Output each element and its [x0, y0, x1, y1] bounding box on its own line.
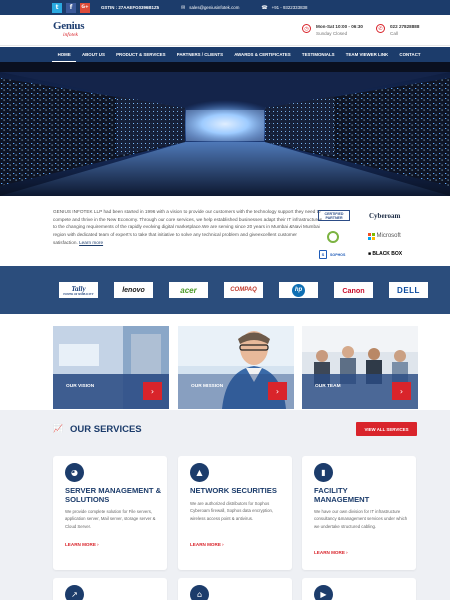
card-label: OUR TEAM [315, 384, 341, 389]
hours-title: Mon-Sat 10:00 - 06:30 [316, 24, 363, 29]
pie-chart-icon: ◕ [65, 463, 84, 482]
card-arrow-button[interactable]: › [268, 382, 287, 400]
certified-partner-logo: CERTIFIED PARTNER [318, 210, 350, 221]
brand-lenovo[interactable]: lenovo [114, 282, 153, 298]
sophos-shield-icon: S [319, 250, 327, 259]
learn-more-link[interactable]: Learn more [79, 240, 103, 245]
top-bar: t f G+ GSTIN : 27AAEFG0396B1Z5 ✉ sales@g… [0, 0, 450, 15]
hero-banner-image [0, 62, 450, 196]
company-logo[interactable]: Genius infotek [53, 21, 89, 43]
brand-acer[interactable]: acer [169, 282, 208, 298]
brand-tally[interactable]: Tally POWER OF SIMPLICITY [59, 282, 98, 298]
service-title: FACILITY MANAGEMENT [314, 486, 370, 504]
area-chart-icon: ▲ [190, 463, 209, 482]
nav-testimonials[interactable]: TESTIMONIALS [296, 47, 340, 62]
blackbox-text: BLACK BOX [372, 251, 403, 257]
tally-text: Tally [71, 284, 86, 293]
bank-icon: ⌂ [190, 585, 209, 600]
logo-main-text: Genius [53, 20, 85, 32]
blackbox-logo: ■ BLACK BOX [368, 251, 403, 257]
bar-chart-icon: ▮ [314, 463, 333, 482]
card-arrow-button[interactable]: › [143, 382, 162, 400]
cyberoam-logo: Cyberoam [369, 212, 401, 220]
facebook-icon[interactable]: f [66, 2, 76, 13]
service-title: NETWORK SECURITIES [190, 486, 277, 495]
nav-product-services[interactable]: PRODUCT & SERVICES [111, 47, 172, 62]
email-icon: ✉ [181, 4, 186, 11]
phone-icon: ☎ [261, 4, 268, 11]
service-desc: We are authorized distributors for Sopho… [190, 501, 274, 521]
hp-text: hp [292, 283, 305, 297]
service-card-server[interactable]: ◕ SERVER MANAGEMENT & SOLUTIONS We provi… [53, 456, 167, 570]
nav-home[interactable]: HOME [52, 47, 77, 62]
service-desc: We have our own division for IT infrastr… [314, 509, 408, 529]
nav-contact[interactable]: CONTACT [394, 47, 426, 62]
line-chart-icon: ↗ [65, 585, 84, 600]
microsoft-logo: Microsoft [368, 233, 401, 240]
learn-more-text: LEARN MORE [314, 550, 345, 555]
tally-tagline: POWER OF SIMPLICITY [63, 292, 94, 296]
service-learn-more-link[interactable]: LEARN MORE › [314, 550, 348, 555]
service-card-network[interactable]: ▲ NETWORK SECURITIES We are authorized d… [178, 456, 292, 570]
service-desc: We provide complete solution for File se… [65, 509, 156, 529]
card-arrow-button[interactable]: › [392, 382, 411, 400]
service-learn-more-link[interactable]: LEARN MORE › [65, 542, 99, 547]
learn-more-text: LEARN MORE [190, 542, 221, 547]
service-card-facility[interactable]: ▮ FACILITY MANAGEMENT We have our own di… [302, 456, 416, 570]
about-paragraph: GENIUS INFOTEK LLP had been started in 1… [53, 208, 323, 247]
brand-hp[interactable]: hp [279, 282, 318, 298]
certification-logos: CERTIFIED PARTNER Cyberoam Microsoft S S… [316, 208, 408, 262]
service-card-next-2[interactable]: ⌂ [178, 578, 292, 600]
chart-line-icon: 📈 [53, 424, 63, 433]
card-label: OUR VISION [66, 384, 95, 389]
service-learn-more-link[interactable]: LEARN MORE › [190, 542, 224, 547]
green-badge-logo [327, 231, 339, 243]
phone-icon: ✆ [376, 24, 385, 33]
clock-icon: ◷ [302, 24, 311, 33]
main-nav: HOME ABOUT US PRODUCT & SERVICES PARTNER… [0, 47, 450, 62]
learn-more-text: LEARN MORE [65, 542, 96, 547]
view-all-services-button[interactable]: VIEW ALL SERVICES [356, 422, 417, 436]
hours-sub: Sunday Closed [316, 31, 348, 36]
sophos-text: SOPHOS [330, 252, 346, 257]
twitter-icon[interactable]: t [52, 2, 62, 13]
nav-team-viewer-link[interactable]: TEAM VIEWER LINK [340, 47, 394, 62]
site-header: Genius infotek ◷ Mon-Sat 10:00 - 06:30 S… [0, 15, 450, 46]
card-our-team[interactable]: OUR TEAM › [302, 326, 418, 409]
brand-canon[interactable]: Canon [334, 282, 373, 298]
card-label: OUR MISSION [191, 384, 224, 389]
gstin-text: GSTIN : 27AAEFG0396B1Z5 [101, 5, 160, 10]
nav-partners-clients[interactable]: PARTNERS / CLIENTS [171, 47, 228, 62]
microsoft-grid-icon [368, 233, 375, 240]
partner-brands-band: Tally POWER OF SIMPLICITY lenovo acer CO… [0, 266, 450, 314]
logo-sub-text: infotek [63, 32, 78, 38]
service-card-next-3[interactable]: ▶ [302, 578, 416, 600]
call-sub: Call [390, 31, 398, 36]
sophos-logo: S SOPHOS [319, 250, 345, 259]
email-link[interactable]: sales@geniusinfotek.com [189, 5, 239, 10]
google-plus-icon[interactable]: G+ [80, 2, 90, 13]
services-title: OUR SERVICES [70, 424, 142, 435]
service-card-next-1[interactable]: ↗ [53, 578, 167, 600]
card-our-mission[interactable]: OUR MISSION › [178, 326, 294, 409]
nav-awards-certificates[interactable]: AWARDS & CERTIFICATES [229, 47, 297, 62]
phone-link[interactable]: +91 - 9322333838 [272, 5, 308, 10]
microsoft-text: Microsoft [376, 233, 401, 240]
call-number[interactable]: 022 27828888 [390, 24, 419, 29]
brand-compaq[interactable]: COMPAQ [224, 282, 263, 298]
nav-about-us[interactable]: ABOUT US [76, 47, 110, 62]
service-title: SERVER MANAGEMENT & SOLUTIONS [65, 486, 162, 504]
brand-dell[interactable]: DELL [389, 282, 428, 298]
card-our-vision[interactable]: OUR VISION › [53, 326, 169, 409]
video-camera-icon: ▶ [314, 585, 333, 600]
